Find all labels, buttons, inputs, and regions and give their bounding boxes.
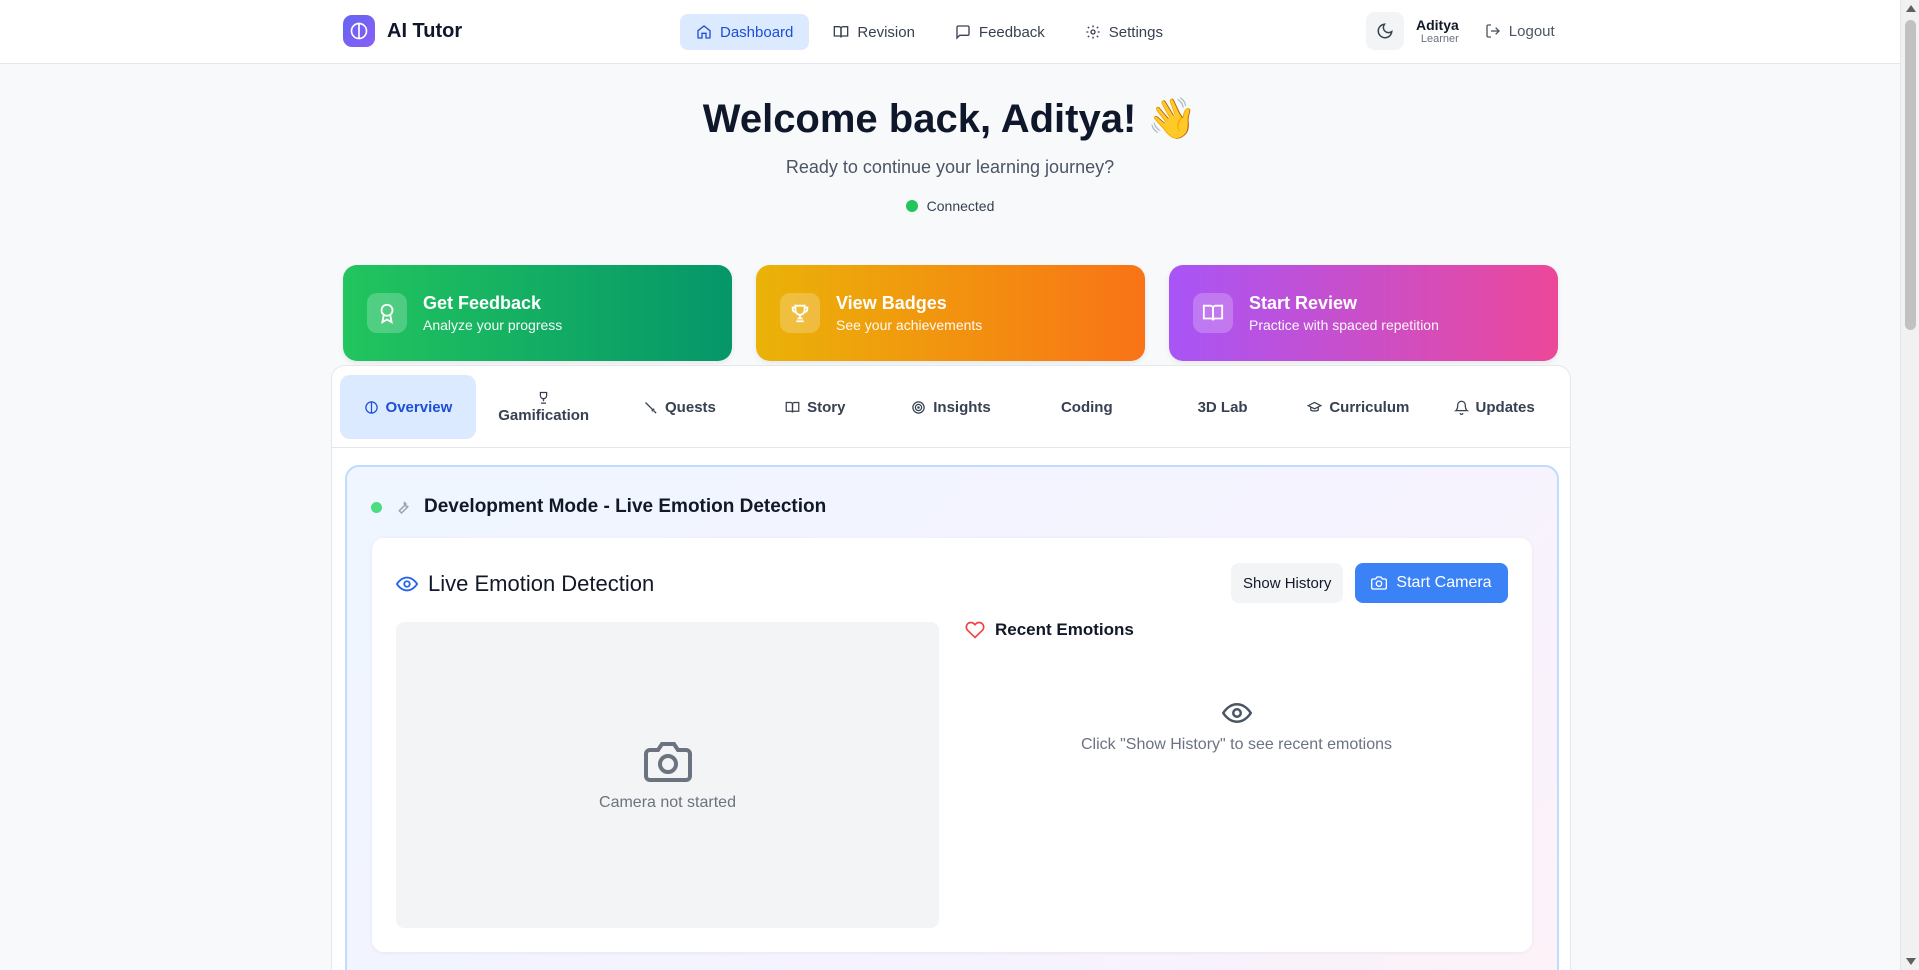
tab-label: Gamification (498, 407, 590, 424)
tab-label: Updates (1475, 398, 1535, 416)
trophy-icon (780, 293, 820, 333)
nav-feedback-label: Feedback (978, 23, 1045, 41)
theme-toggle-button[interactable] (1366, 12, 1404, 50)
user-area: Aditya Learner Logout (1366, 12, 1555, 50)
emotion-detection-title: Live Emotion Detection (428, 571, 655, 596)
card-subtitle: See your achievements (836, 317, 983, 333)
award-icon (367, 293, 407, 333)
start-review-card[interactable]: Start Review Practice with spaced repeti… (1169, 265, 1558, 361)
status-dot (905, 200, 918, 212)
tab-label: Quests (665, 398, 716, 416)
nav-dashboard-label: Dashboard (720, 23, 794, 41)
show-history-button[interactable]: Show History (1231, 563, 1344, 603)
get-feedback-card[interactable]: Get Feedback Analyze your progress (343, 265, 732, 361)
tab-3d-lab[interactable]: 3D Lab (1155, 375, 1291, 439)
nav-revision[interactable]: Revision (817, 14, 931, 50)
dev-status-dot (371, 501, 382, 513)
status-text: Connected (926, 198, 995, 214)
card-subtitle: Practice with spaced repetition (1249, 317, 1439, 333)
book-icon (834, 26, 849, 38)
scroll-down-arrow-icon[interactable] (1906, 958, 1916, 965)
brand-name: AI Tutor (387, 19, 463, 42)
card-title: Get Feedback (423, 293, 542, 313)
tab-label: Overview (385, 398, 453, 416)
tab-coding[interactable]: Coding (1019, 375, 1155, 439)
camera-icon (1371, 576, 1388, 590)
tab-label: Coding (1060, 398, 1113, 416)
tab-label: 3D Lab (1197, 398, 1248, 416)
emotion-detection-header: Live Emotion Detection (396, 571, 654, 597)
welcome-subtitle: Ready to continue your learning journey? (785, 157, 1115, 177)
moon-icon (1377, 23, 1393, 39)
nav-feedback[interactable]: Feedback (939, 14, 1061, 50)
message-icon (956, 25, 970, 40)
camera-preview: Camera not started (396, 622, 939, 928)
nav-settings-label: Settings (1108, 23, 1163, 41)
dev-mode-title: Development Mode - Live Emotion Detectio… (424, 496, 827, 517)
dev-mode-section: Development Mode - Live Emotion Detectio… (345, 465, 1559, 970)
recent-emotions-empty: Click "Show History" to see recent emoti… (965, 698, 1508, 754)
tab-label: Story (807, 398, 846, 416)
recent-emotions-header: Recent Emotions (965, 620, 1134, 640)
dev-mode-header: Development Mode - Live Emotion Detectio… (371, 496, 826, 518)
brain-logo-icon (343, 15, 375, 47)
camera-status-text: Camera not started (599, 794, 736, 811)
recent-emotions-title: Recent Emotions (995, 620, 1134, 639)
camera-icon (643, 742, 692, 782)
graduation-cap-icon (1307, 401, 1323, 412)
connection-status: Connected (0, 198, 1900, 214)
nav-revision-label: Revision (857, 23, 915, 41)
sword-icon (645, 401, 657, 414)
page-scrollbar[interactable] (1900, 0, 1919, 970)
user-role: Learner (1420, 32, 1459, 45)
tab-curriculum[interactable]: Curriculum (1290, 375, 1426, 439)
logout-label: Logout (1508, 22, 1555, 40)
start-camera-label: Start Camera (1396, 574, 1492, 591)
tab-story[interactable]: Story (747, 375, 883, 439)
tab-insights[interactable]: Insights (883, 375, 1019, 439)
gear-icon (1086, 25, 1100, 39)
tab-overview[interactable]: Overview (340, 375, 476, 439)
brand[interactable]: AI Tutor (343, 15, 462, 47)
tab-gamification[interactable]: Gamification (476, 375, 612, 439)
tab-updates[interactable]: Updates (1426, 375, 1562, 439)
brain-icon (364, 400, 378, 414)
logout-icon (1486, 24, 1500, 38)
tab-label: Insights (933, 398, 991, 416)
tab-bar: Overview Gamification Quests Story Insig… (340, 375, 1562, 439)
nav-settings[interactable]: Settings (1069, 14, 1179, 50)
book-icon (785, 401, 800, 413)
card-subtitle: Analyze your progress (423, 317, 563, 333)
top-navbar: AI Tutor Dashboard Revision Feedback Set… (0, 0, 1900, 64)
dashboard-panel: Overview Gamification Quests Story Insig… (331, 365, 1571, 970)
welcome-heading: Welcome back, Aditya! 👋 (702, 97, 1198, 141)
heart-icon (965, 621, 985, 639)
trophy-icon (539, 391, 548, 404)
wrench-icon (398, 501, 409, 515)
tab-quests[interactable]: Quests (612, 375, 748, 439)
book-open-icon (1193, 293, 1233, 333)
tab-label: Curriculum (1329, 398, 1410, 416)
card-title: View Badges (836, 293, 947, 313)
scroll-thumb[interactable] (1905, 20, 1916, 330)
emotion-detection-card: Live Emotion Detection Show History Star… (372, 538, 1532, 952)
nav-dashboard[interactable]: Dashboard (680, 14, 810, 50)
start-camera-button[interactable]: Start Camera (1355, 563, 1508, 603)
bell-icon (1453, 400, 1469, 415)
scroll-up-arrow-icon[interactable] (1906, 5, 1916, 12)
target-icon (912, 400, 925, 414)
logout-button[interactable]: Logout (1485, 23, 1555, 40)
eye-icon (396, 576, 418, 592)
main-nav: Dashboard Revision Feedback Settings (680, 14, 1179, 50)
card-title: Start Review (1249, 293, 1358, 313)
home-icon (697, 25, 711, 39)
recent-emotions-empty-text: Click "Show History" to see recent emoti… (1080, 736, 1393, 753)
tabs-divider (332, 447, 1570, 448)
view-badges-card[interactable]: View Badges See your achievements (756, 265, 1145, 361)
user-name: Aditya (1416, 16, 1459, 33)
user-info: Aditya Learner (1416, 17, 1459, 46)
eye-icon (1221, 702, 1252, 724)
